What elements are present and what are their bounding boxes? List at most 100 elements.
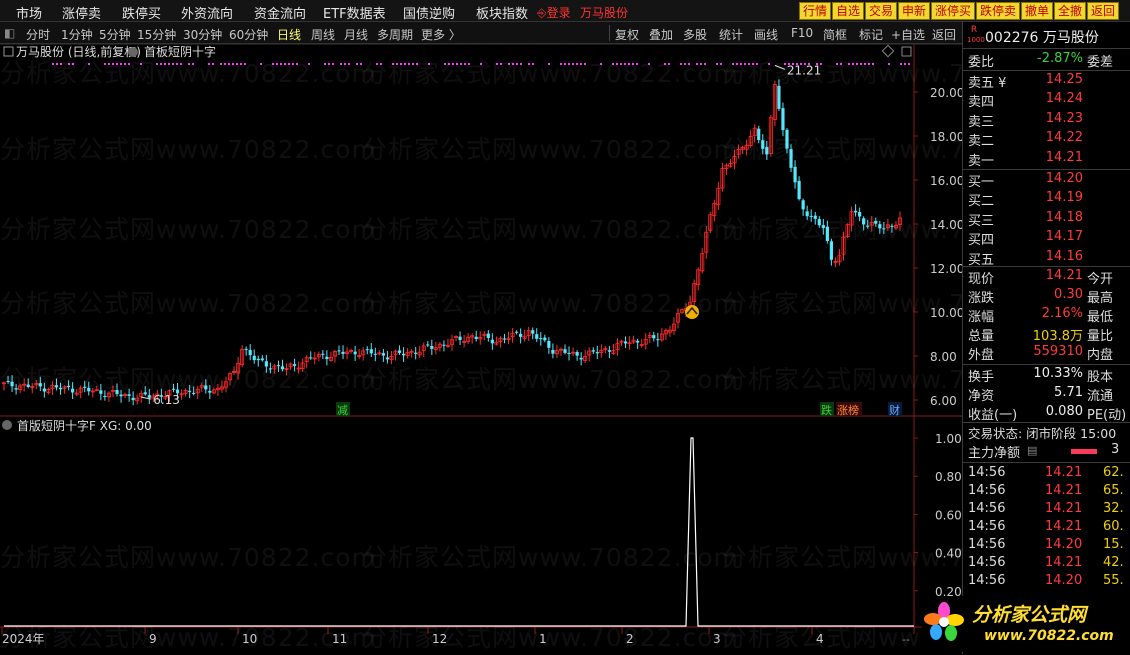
menu-item-etf[interactable]: ETF数据表 [323,3,386,22]
menu-item-market[interactable]: 市场 [16,3,42,22]
period-monthly[interactable]: 月线 [344,26,368,43]
tool-draw[interactable]: 画线 [754,26,778,43]
login-link[interactable]: ⎆登录 [537,4,571,21]
signal-dot [648,63,650,65]
candle-body-down [244,348,248,350]
indicator-dropdown-icon [128,47,138,57]
stat-value: 5.71 [1054,385,1083,400]
signal-dot [212,63,214,65]
tool-multi-stock[interactable]: 多股 [683,26,707,43]
main-net-row[interactable]: 主力净额 ▤ 3 [963,442,1130,461]
signal-dot [232,63,234,65]
ask-price: 14.25 [1045,72,1083,87]
candle-body-down [531,330,535,334]
period-60min[interactable]: 60分钟 [229,26,268,43]
tool-mark[interactable]: 标记 [859,26,883,43]
period-5min[interactable]: 5分钟 [99,26,131,43]
period-1min[interactable]: 1分钟 [61,26,93,43]
candle-body-down [252,355,256,361]
stat-row: 现价 14.21 今开 [963,268,1130,287]
kline-chart[interactable]: 万马股份 (日线,前复权) 首板短阴十字 20.00 18.00 16.00 14.00 1… [0,44,1098,654]
candle-body-down [248,349,252,356]
period-weekly[interactable]: 周线 [311,26,335,43]
signal-dot [872,63,874,65]
signal-dot [668,63,670,65]
stock-name-link[interactable]: 万马股份 [580,4,628,21]
period-fenshi[interactable]: 分时 [26,26,50,43]
candle-body-down [10,381,14,387]
bid-row[interactable]: 买五 14.16 [963,249,1130,268]
stat-label: 涨跌 [968,291,995,306]
candle-body-down [490,339,494,344]
candle-body-down [535,334,539,339]
quick-zt-buy-button[interactable]: 涨停买 [931,2,976,20]
menu-item-fund-flow[interactable]: 资金流向 [254,3,306,22]
quick-zixuan-button[interactable]: 自选 [832,2,865,20]
chart-canvas[interactable]: 万马股份 (日线,前复权) 首板短阴十字20.0018.0016.0014.001… [0,44,962,654]
ask-row[interactable]: 卖五 ¥ 14.25 [963,72,1130,91]
ask-row[interactable]: 卖二 14.22 [963,130,1130,149]
tick-volume: 55. [1103,573,1124,588]
bid-row[interactable]: 买一 14.20 [963,171,1130,190]
ask-row[interactable]: 卖三 14.23 [963,111,1130,130]
period-30min[interactable]: 30分钟 [183,26,222,43]
stock-header: 002276 万马股份 [985,27,1099,47]
ask-label: 卖四 [968,95,995,111]
candle-body-down [543,337,547,341]
chart-title: 万马股份 (日线,前复权) [16,44,141,59]
quick-ipo-button[interactable]: 申新 [898,2,931,20]
signal-dot [296,63,298,65]
stat-value: 0.30 [1054,287,1083,302]
candle-body-down [127,394,131,396]
candle-body-down [143,392,147,395]
candle-body-down [854,210,858,213]
ask-row[interactable]: 卖一 14.21 [963,150,1130,169]
menu-item-zhangting-sell[interactable]: 涨停卖 [62,3,101,22]
candle-body-down [874,220,878,224]
candle-body-down [337,350,341,352]
signal-dot [584,63,586,65]
signal-dot [180,63,182,65]
quick-cancel-all-button[interactable]: 全撤 [1054,2,1087,20]
panel-toggle-icon[interactable]: ◧ [4,26,15,40]
bid-row[interactable]: 买四 14.17 [963,229,1130,248]
stat-label: 涨幅 [968,310,995,325]
period-15min[interactable]: 15分钟 [137,26,176,43]
tool-overlay[interactable]: 叠加 [649,26,673,43]
quick-back-button[interactable]: 返回 [1087,2,1120,20]
list-icon[interactable]: ▤ [1027,444,1037,457]
bid-row[interactable]: 买二 14.19 [963,190,1130,209]
menu-item-sector-index[interactable]: 板块指数 [476,3,528,22]
menu-item-foreign-flow[interactable]: 外资流向 [181,3,233,22]
menu-item-repo[interactable]: 国债逆购 [403,3,455,22]
period-more[interactable]: 更多 〉 [421,26,461,43]
tool-add-watchlist[interactable]: +自选 [891,26,925,43]
signal-dot [532,63,534,65]
tool-back[interactable]: 返回 [932,26,956,43]
quick-trade-button[interactable]: 交易 [865,2,898,20]
tool-stats[interactable]: 统计 [719,26,743,43]
quick-dt-sell-button[interactable]: 跌停卖 [976,2,1021,20]
period-multi[interactable]: 多周期 [377,26,413,43]
menu-item-dieting-buy[interactable]: 跌停买 [122,3,161,22]
signal-dot [868,63,870,65]
ask-row[interactable]: 卖四 14.24 [963,91,1130,110]
bid-row[interactable]: 买三 14.18 [963,210,1130,229]
signal-dot [752,63,754,65]
tool-f10[interactable]: F10 [791,26,813,40]
stat-right-label: 流通 [1087,389,1114,404]
candle-body-down [204,385,208,390]
tool-fuquan[interactable]: 复权 [615,26,639,43]
candle-body-down [280,366,285,370]
signal-dot [564,63,566,65]
bid-price: 14.16 [1045,248,1083,264]
quick-hangqing-button[interactable]: 行情 [799,2,832,20]
tool-simple[interactable]: 简框 [823,26,847,43]
price-axis-label: 6.00 [930,394,957,408]
signal-dot [748,63,750,65]
signal-dot [376,63,378,65]
period-daily[interactable]: 日线 [277,26,301,43]
quick-cancel-button[interactable]: 撤单 [1021,2,1054,20]
candle-body-down [829,241,833,260]
candle-body-down [890,225,894,227]
